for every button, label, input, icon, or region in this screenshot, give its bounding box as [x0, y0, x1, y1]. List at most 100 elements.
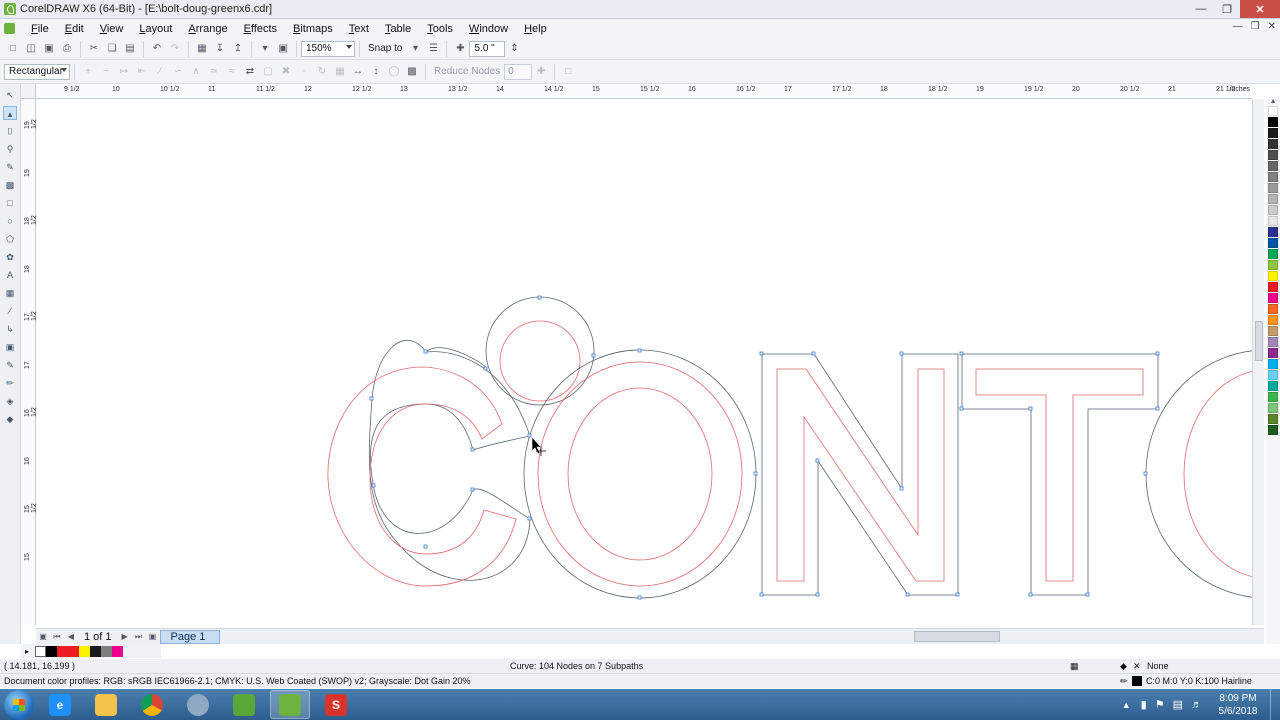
fill-icon[interactable]: ◆ — [1120, 661, 1127, 672]
basic-shapes-icon[interactable]: ✿ — [3, 250, 17, 264]
doc-close-icon[interactable]: ✕ — [1268, 21, 1276, 32]
text-tool-icon[interactable]: A — [3, 268, 17, 282]
doc-minimize-icon[interactable]: — — [1233, 21, 1243, 32]
selection-mode-select[interactable]: Rectangular — [4, 63, 70, 80]
outline-pen-icon[interactable]: ✏ — [3, 376, 17, 390]
palette-swatch[interactable] — [1268, 227, 1278, 237]
select-all-nodes-icon[interactable]: ▩ — [404, 64, 420, 80]
document-palette-swatch[interactable] — [112, 645, 123, 657]
document-palette-swatch[interactable] — [57, 645, 68, 657]
document-icon[interactable] — [4, 23, 15, 34]
table-tool-icon[interactable]: ▦ — [3, 286, 17, 300]
palette-swatch[interactable] — [1268, 161, 1278, 171]
taskbar-chrome[interactable] — [132, 690, 172, 719]
menu-table[interactable]: Table — [377, 23, 419, 35]
palette-swatch[interactable] — [1268, 403, 1278, 413]
palette-swatch[interactable] — [1268, 359, 1278, 369]
extract-subpath-icon[interactable]: ✖ — [278, 64, 294, 80]
last-page-icon[interactable]: ⏭ — [132, 632, 146, 642]
palette-scroll-up-icon[interactable]: ▴ — [1266, 96, 1280, 105]
palette-swatch[interactable] — [1268, 392, 1278, 402]
palette-swatch[interactable] — [1268, 238, 1278, 248]
zoom-tool-icon[interactable]: ⚲ — [3, 142, 17, 156]
join-nodes-icon[interactable]: ↦ — [116, 64, 132, 80]
palette-swatch[interactable] — [1268, 370, 1278, 380]
ellipse-tool-icon[interactable]: ○ — [3, 214, 17, 228]
options-icon[interactable]: ☰ — [425, 41, 441, 57]
palette-swatch[interactable] — [1268, 216, 1278, 226]
reverse-direction-icon[interactable]: ⇄ — [242, 64, 258, 80]
palette-arrow-icon[interactable]: ▸ — [25, 647, 35, 656]
document-palette-swatch[interactable] — [46, 645, 57, 657]
export-icon[interactable]: ↥ — [230, 41, 246, 57]
connector-tool-icon[interactable]: ↳ — [3, 322, 17, 336]
open-folder-icon[interactable]: ◫ — [23, 41, 39, 57]
maximize-button[interactable]: ❐ — [1214, 0, 1240, 18]
extend-curve-icon[interactable]: ▢ — [260, 64, 276, 80]
menu-arrange[interactable]: Arrange — [180, 23, 235, 35]
taskbar-snagit[interactable]: S — [316, 690, 356, 719]
start-button[interactable] — [4, 689, 34, 720]
fill-tool-icon[interactable]: ◈ — [3, 394, 17, 408]
network-icon[interactable]: ▤ — [1173, 698, 1183, 711]
save-icon[interactable]: ▣ — [41, 41, 57, 57]
crop-tool-icon[interactable]: ⌷ — [3, 124, 17, 138]
vertical-scrollbar[interactable] — [1252, 99, 1264, 625]
smooth-node-icon[interactable]: ≃ — [206, 64, 222, 80]
horizontal-scroll-thumb[interactable] — [914, 631, 1000, 642]
rotate-nodes-icon[interactable]: ↻ — [314, 64, 330, 80]
curve-smoothness-input[interactable]: 0 — [504, 63, 533, 80]
document-palette-swatch[interactable] — [90, 645, 101, 657]
palette-swatch[interactable] — [1268, 293, 1278, 303]
elastic-mode-icon[interactable]: ◯ — [386, 64, 402, 80]
document-palette-swatch[interactable] — [79, 645, 90, 657]
palette-swatch[interactable] — [1268, 425, 1278, 435]
import-icon[interactable]: ↧ — [212, 41, 228, 57]
search-content-icon[interactable]: ▦ — [194, 41, 210, 57]
palette-swatch[interactable] — [1268, 304, 1278, 314]
dimension-tool-icon[interactable]: ∕ — [3, 304, 17, 318]
polygon-tool-icon[interactable]: ⬠ — [3, 232, 17, 246]
nudge-distance-input[interactable]: 5.0 " — [469, 40, 506, 57]
cut-icon[interactable]: ✂ — [86, 41, 102, 57]
copy-icon[interactable]: ❏ — [104, 41, 120, 57]
slider-icon[interactable]: ✚ — [533, 64, 549, 80]
shape-tool-icon[interactable]: ▴ — [3, 106, 17, 120]
delete-node-icon[interactable]: − — [98, 64, 114, 80]
freehand-tool-icon[interactable]: ✎ — [3, 160, 17, 174]
snap-to-dropdown[interactable]: Snap to — [364, 43, 406, 54]
coreldraw-app-icon[interactable] — [4, 3, 16, 15]
menu-edit[interactable]: Edit — [57, 23, 92, 35]
outline-pen-status-icon[interactable]: ✏ — [1120, 676, 1128, 687]
palette-swatch[interactable] — [1268, 260, 1278, 270]
document-palette-swatch[interactable] — [101, 645, 112, 657]
menu-window[interactable]: Window — [461, 23, 516, 35]
horizontal-scrollbar[interactable] — [696, 631, 1276, 642]
palette-swatch[interactable] — [1268, 282, 1278, 292]
interactive-fill-icon[interactable]: ◆ — [3, 412, 17, 426]
menu-layout[interactable]: Layout — [131, 23, 180, 35]
to-line-icon[interactable]: ∕ — [152, 64, 168, 80]
palette-swatch[interactable] — [1268, 117, 1278, 127]
undo-icon[interactable]: ↶ — [149, 41, 165, 57]
palette-swatch[interactable] — [1268, 194, 1278, 204]
reflect-horizontal-icon[interactable]: ↔ — [350, 64, 366, 80]
chevron-down-icon[interactable]: ▾ — [407, 41, 423, 57]
add-page-icon[interactable]: ▣ — [36, 632, 50, 641]
palette-swatch[interactable] — [1268, 381, 1278, 391]
action-center-icon[interactable]: ⚑ — [1155, 698, 1165, 711]
battery-icon[interactable]: ▮ — [1141, 698, 1147, 711]
document-palette-swatch[interactable] — [68, 645, 79, 657]
palette-swatch[interactable] — [1268, 249, 1278, 259]
align-nodes-icon[interactable]: ▦ — [332, 64, 348, 80]
palette-swatch[interactable] — [1268, 348, 1278, 358]
taskbar-file-explorer[interactable] — [86, 690, 126, 719]
vertical-scroll-thumb[interactable] — [1255, 321, 1263, 361]
show-desktop-button[interactable] — [1270, 689, 1280, 720]
palette-swatch[interactable] — [1268, 139, 1278, 149]
palette-swatch[interactable] — [1268, 271, 1278, 281]
color-profiles[interactable]: Document color profiles: RGB: sRGB IEC61… — [4, 676, 471, 686]
pick-tool-icon[interactable]: ↖ — [3, 88, 17, 102]
next-page-icon[interactable]: ▶ — [118, 632, 132, 641]
palette-swatch[interactable] — [1268, 183, 1278, 193]
